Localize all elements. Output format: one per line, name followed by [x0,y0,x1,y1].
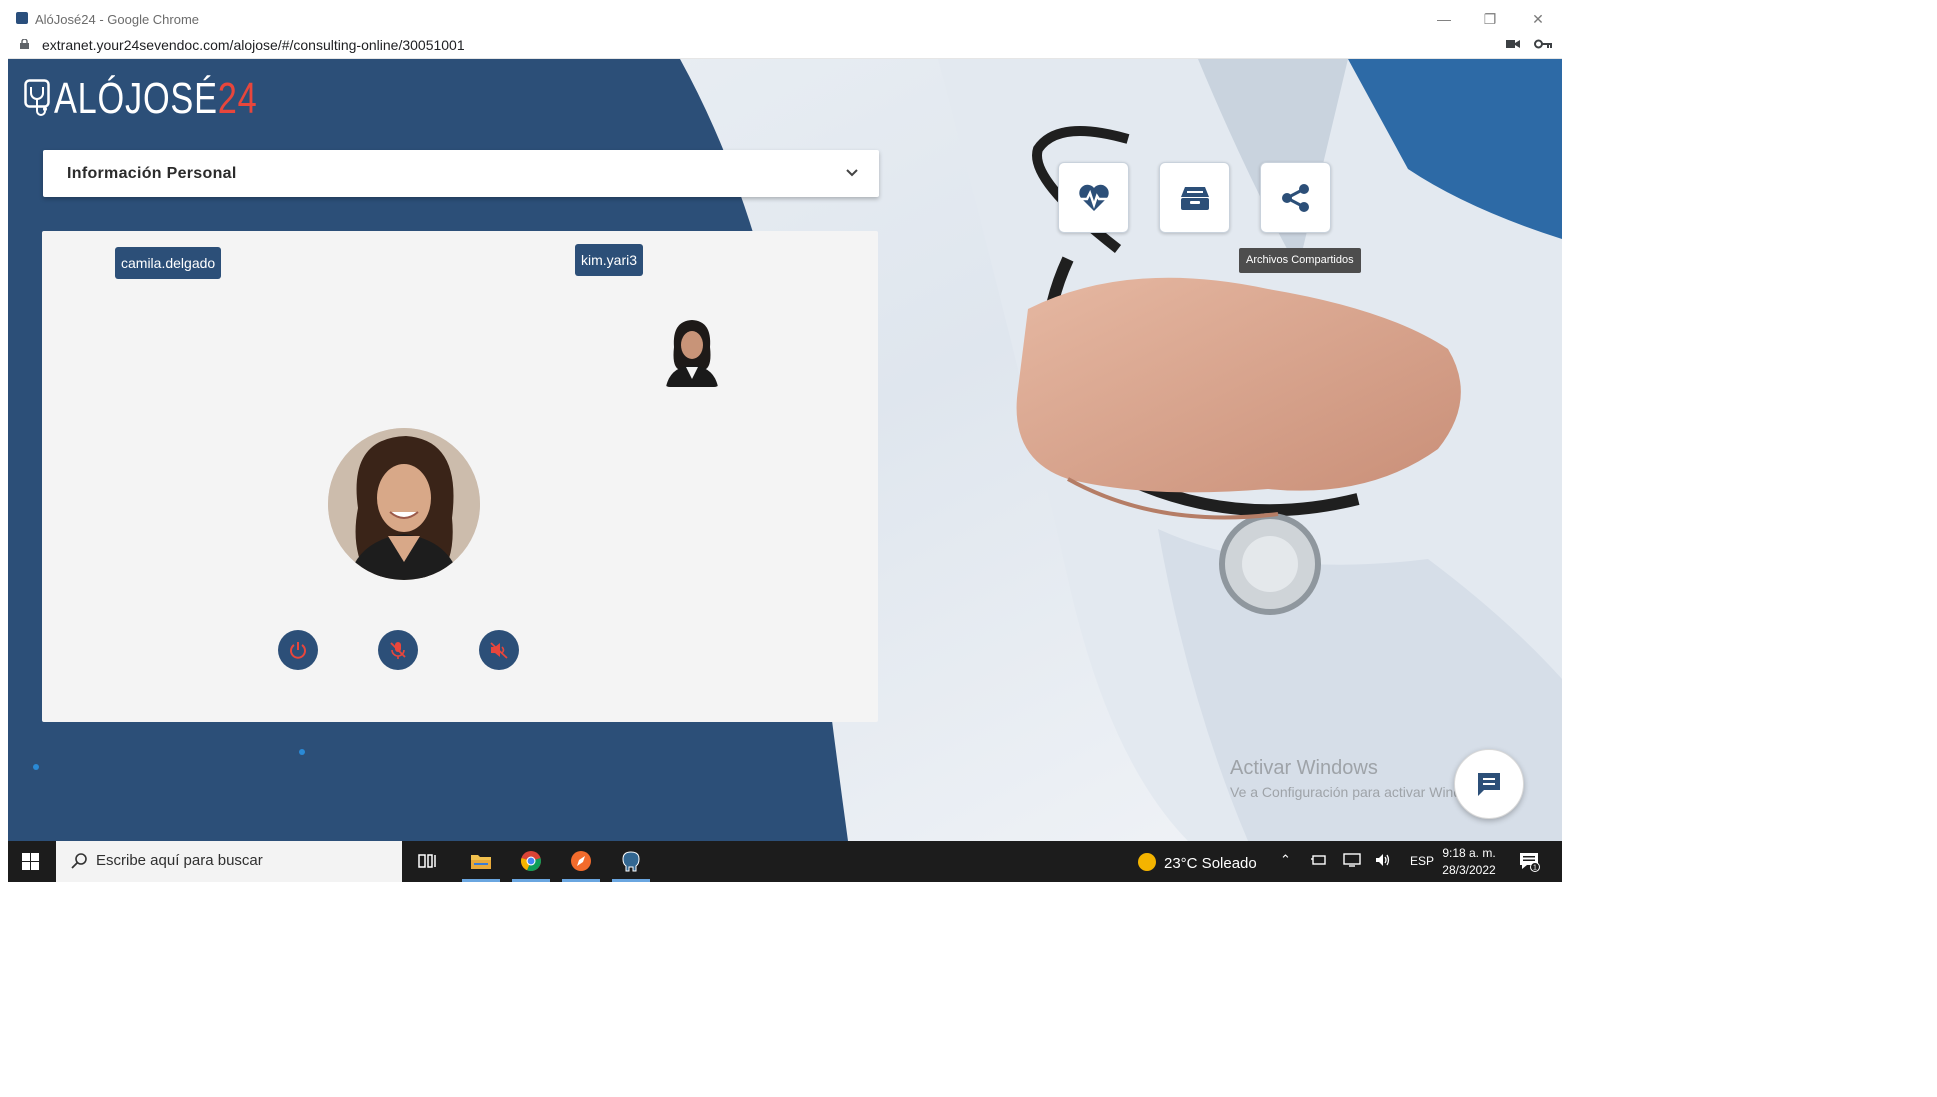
logo-number: 24 [217,74,258,123]
logo-text: ALÓJOSÉ24 [54,77,258,121]
medical-records-button[interactable] [1159,162,1230,233]
active-indicator [512,879,550,882]
windows-taskbar: Escribe aquí para buscar 23°C Soleado ⌃ … [8,841,1562,882]
local-user-avatar [328,428,480,580]
folder-icon [471,855,491,869]
app-favicon-icon [16,12,28,24]
chat-button[interactable] [1454,749,1524,819]
active-indicator [612,879,650,882]
windows-activation-watermark: Activar Windows Ve a Configuración para … [1230,757,1490,800]
health-data-button[interactable] [1058,162,1129,233]
watermark-title: Activar Windows [1230,757,1378,779]
chrome-icon [521,851,541,872]
remote-user-avatar [662,317,722,387]
camera-icon[interactable] [1506,38,1520,50]
shared-files-button[interactable] [1260,162,1331,233]
mic-off-icon [390,642,406,659]
search-placeholder: Escribe aquí para buscar [96,852,263,869]
browser-titlebar: AlóJosé24 - Google Chrome — ❐ ✕ [8,6,1562,32]
chrome-taskbar-button[interactable] [508,841,554,882]
volume-icon[interactable] [1374,852,1392,868]
active-indicator [562,879,600,882]
decorative-dot [299,749,305,755]
elephant-icon [622,851,640,872]
url-text[interactable]: extranet.your24sevendoc.com/alojose/#/co… [42,37,465,53]
task-view-button[interactable] [404,841,450,882]
heart-pulse-icon [1079,184,1109,211]
notification-count: 1 [1533,865,1537,872]
lock-icon [20,39,29,49]
display-icon[interactable] [1343,852,1361,868]
end-call-button[interactable] [278,630,318,670]
close-icon[interactable]: ✕ [1526,9,1550,29]
clock-date: 28/3/2022 [1442,863,1496,877]
taskbar-search-box[interactable]: Escribe aquí para buscar [56,841,402,882]
active-indicator [462,879,500,882]
key-icon[interactable] [1534,38,1552,50]
sun-icon [1138,853,1156,871]
weather-widget[interactable]: 23°C Soleado [1138,853,1257,872]
compass-app-taskbar-button[interactable] [558,841,604,882]
file-explorer-taskbar-button[interactable] [458,841,504,882]
clock-time: 9:18 a. m. [1442,846,1496,860]
language-indicator[interactable]: ESP [1410,854,1434,868]
mute-mic-button[interactable] [378,630,418,670]
archive-icon [1181,187,1209,210]
personal-info-label: Información Personal [67,165,237,182]
power-icon [290,642,306,659]
remote-user-tag: kim.yari3 [575,244,644,276]
minimize-icon[interactable]: — [1432,9,1456,29]
show-hidden-icons-icon[interactable]: ⌃ [1280,852,1291,868]
local-user-photo [328,428,480,580]
watermark-subtitle: Ve a Configuración para activar Windows. [1230,784,1490,800]
notifications-icon[interactable]: 1 [1518,850,1540,872]
taskbar-clock[interactable]: 9:18 a. m. 28/3/2022 [1434,845,1504,879]
mute-speaker-button[interactable] [479,630,519,670]
logo-word: ALÓJOSÉ [54,74,218,123]
remote-user-photo [662,317,722,387]
personal-info-accordion[interactable]: Información Personal [43,150,879,197]
weather-text: 23°C Soleado [1164,855,1257,872]
share-icon [1282,184,1309,212]
shared-files-tooltip: Archivos Compartidos [1239,248,1361,273]
chevron-down-icon[interactable] [845,168,859,178]
search-icon [71,853,87,869]
decorative-dot [33,764,39,770]
chat-icon [1478,773,1500,796]
window-title: AlóJosé24 - Google Chrome [35,12,200,27]
stethoscope-logo-icon [24,79,50,116]
start-button[interactable] [8,841,54,882]
network-icon[interactable] [1311,852,1329,868]
windows-logo-icon [22,853,39,870]
task-view-icon [418,854,436,868]
local-user-tag: camila.delgado [115,247,222,279]
video-call-panel: camila.delgado kim.yari3 [42,231,878,722]
speaker-off-icon [490,642,508,659]
restore-icon[interactable]: ❐ [1478,9,1502,29]
postgres-taskbar-button[interactable] [608,841,654,882]
compass-icon [571,851,591,871]
app-viewport: ALÓJOSÉ24 Información Personal camila.de… [8,59,1562,841]
address-bar[interactable]: extranet.your24sevendoc.com/alojose/#/co… [8,32,1562,59]
